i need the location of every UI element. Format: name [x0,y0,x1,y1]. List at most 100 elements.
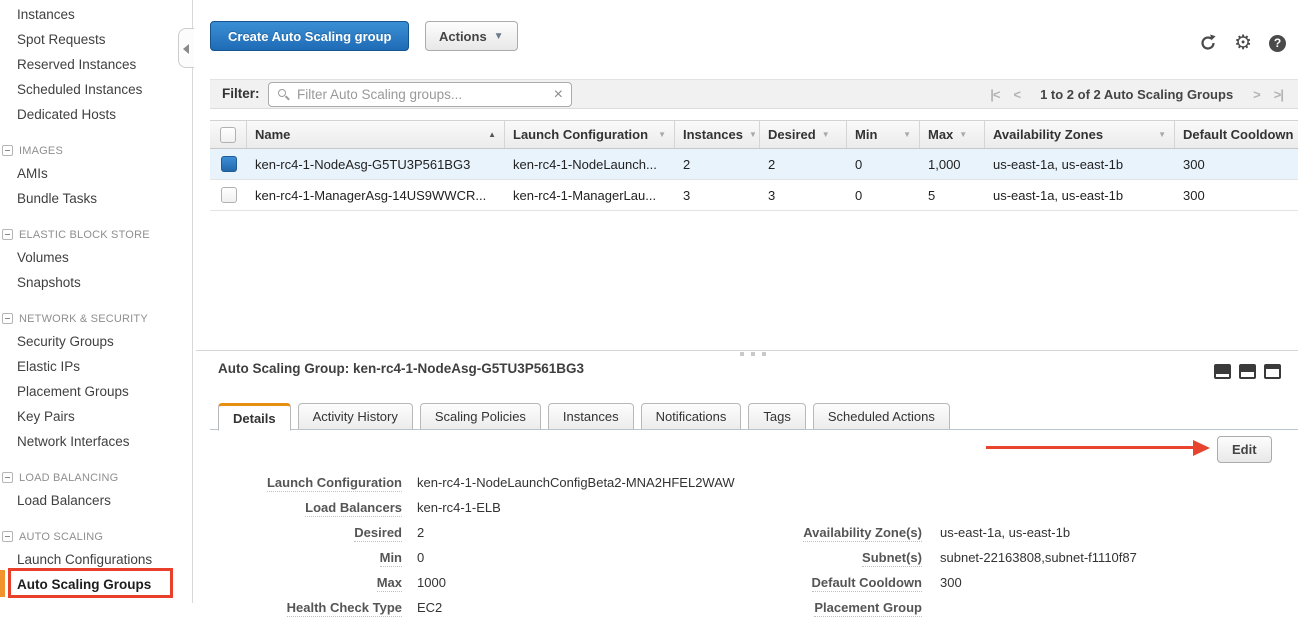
edit-button-label: Edit [1232,442,1257,457]
sidebar-item-scheduled-instances[interactable]: Scheduled Instances [0,77,192,102]
column-header-availability-zones[interactable]: Availability Zones [985,121,1175,148]
collapse-minus-icon[interactable] [2,472,13,483]
column-header-default-cooldown[interactable]: Default Cooldown [1175,121,1298,148]
pane-layout-large-icon[interactable] [1264,364,1281,379]
column-header-name[interactable]: Name [247,121,505,148]
cell-min: 0 [847,149,920,179]
sidebar-item-dedicated-hosts[interactable]: Dedicated Hosts [0,102,192,127]
field-label: Max [377,575,402,592]
table-row[interactable]: ken-rc4-1-ManagerAsg-14US9WWCR... ken-rc… [210,180,1298,211]
column-header-min[interactable]: Min [847,121,920,148]
tab-instances[interactable]: Instances [548,403,634,430]
first-page-icon[interactable]: |< [990,87,999,102]
cell-desired: 2 [760,149,847,179]
field-label: Availability Zone(s) [803,525,922,542]
collapse-minus-icon[interactable] [2,313,13,324]
last-page-icon[interactable]: >| [1274,87,1283,102]
tab-scheduled-actions[interactable]: Scheduled Actions [813,403,950,430]
table-row[interactable]: ken-rc4-1-NodeAsg-G5TU3P561BG3 ken-rc4-1… [210,149,1298,180]
cell-launch-configuration: ken-rc4-1-ManagerLau... [505,180,675,210]
sort-icon [822,130,830,139]
field-value: ken-rc4-1-ELB [417,495,501,520]
tab-notifications[interactable]: Notifications [641,403,742,430]
table-header-row: Name Launch Configuration Instances Desi… [210,120,1298,149]
select-all-cell [210,121,247,148]
sidebar-item-key-pairs[interactable]: Key Pairs [0,404,192,429]
sidebar-item-placement-groups[interactable]: Placement Groups [0,379,192,404]
field-label: Subnet(s) [862,550,922,567]
filter-label: Filter: [222,80,260,108]
create-auto-scaling-group-button[interactable]: Create Auto Scaling group [210,21,409,51]
sidebar-item-network-interfaces[interactable]: Network Interfaces [0,429,192,454]
select-all-checkbox[interactable] [220,127,236,143]
column-header-launch-configuration[interactable]: Launch Configuration [505,121,675,148]
collapse-minus-icon[interactable] [2,145,13,156]
sidebar-item-volumes[interactable]: Volumes [0,245,192,270]
cell-max: 5 [920,180,985,210]
auto-scaling-groups-table: Name Launch Configuration Instances Desi… [210,120,1298,211]
collapse-minus-icon[interactable] [2,229,13,240]
row-checkbox[interactable] [221,156,237,172]
help-question-mark: ? [1269,35,1286,52]
column-label: Availability Zones [993,127,1103,142]
cell-availability-zones: us-east-1a, us-east-1b [985,149,1175,179]
sidebar-item-launch-configurations[interactable]: Launch Configurations [0,547,192,572]
sidebar-item-instances[interactable]: Instances [0,2,192,27]
column-header-max[interactable]: Max [920,121,985,148]
pagination-text: 1 to 2 of 2 Auto Scaling Groups [1034,87,1239,102]
sort-icon [903,130,911,139]
pagination: |< < 1 to 2 of 2 Auto Scaling Groups > >… [990,80,1283,108]
sort-icon [959,130,967,139]
column-header-instances[interactable]: Instances [675,121,760,148]
sidebar-item-bundle-tasks[interactable]: Bundle Tasks [0,186,192,211]
next-page-icon[interactable]: > [1253,87,1260,102]
cell-name: ken-rc4-1-NodeAsg-G5TU3P561BG3 [247,149,505,179]
sidebar-item-reserved-instances[interactable]: Reserved Instances [0,52,192,77]
cell-desired: 3 [760,180,847,210]
search-icon [278,89,286,97]
section-header-label: ELASTIC BLOCK STORE [19,229,150,241]
column-label: Name [255,127,290,142]
details-tabs: Details Activity History Scaling Policie… [218,403,957,431]
field-label: Launch Configuration [267,475,402,492]
column-header-desired[interactable]: Desired [760,121,847,148]
clear-filter-icon[interactable] [554,85,563,105]
refresh-icon[interactable] [1199,34,1217,52]
field-value: subnet-22163808,subnet-f1110f87 [940,545,1137,570]
tab-details[interactable]: Details [218,403,291,431]
filter-input[interactable] [297,83,545,106]
sidebar-item-load-balancers[interactable]: Load Balancers [0,488,192,513]
filter-input-wrap [268,82,572,107]
cell-name: ken-rc4-1-ManagerAsg-14US9WWCR... [247,180,505,210]
collapse-minus-icon[interactable] [2,531,13,542]
tab-scaling-policies[interactable]: Scaling Policies [420,403,541,430]
pane-layout-half-icon[interactable] [1239,364,1256,379]
field-value: 0 [417,545,424,570]
sidebar-highlight-bar [0,570,5,597]
pane-layout-small-icon[interactable] [1214,364,1231,379]
section-header-label: LOAD BALANCING [19,472,118,484]
actions-button[interactable]: Actions [425,21,518,51]
pane-drag-handle[interactable] [740,352,766,356]
help-icon[interactable]: ? [1269,35,1286,52]
sidebar-section-network-security: NETWORK & SECURITY [0,308,192,329]
sidebar-item-amis[interactable]: AMIs [0,161,192,186]
sidebar-collapse-tab[interactable] [178,28,194,68]
annotation-red-arrow [986,446,1194,449]
sort-ascending-icon [488,130,496,139]
sidebar-item-auto-scaling-groups[interactable]: Auto Scaling Groups [0,572,192,597]
gear-icon[interactable]: ⚙ [1234,34,1252,52]
column-label: Min [855,127,877,142]
row-checkbox[interactable] [221,187,237,203]
sidebar-item-elastic-ips[interactable]: Elastic IPs [0,354,192,379]
tab-tags[interactable]: Tags [748,403,805,430]
sidebar-item-security-groups[interactable]: Security Groups [0,329,192,354]
sidebar-item-spot-requests[interactable]: Spot Requests [0,27,192,52]
tab-activity-history[interactable]: Activity History [298,403,413,430]
sidebar: Instances Spot Requests Reserved Instanc… [0,0,193,603]
edit-button[interactable]: Edit [1217,436,1272,463]
section-header-label: NETWORK & SECURITY [19,313,148,325]
prev-page-icon[interactable]: < [1013,87,1020,102]
sidebar-item-snapshots[interactable]: Snapshots [0,270,192,295]
row-checkbox-cell [210,149,247,179]
